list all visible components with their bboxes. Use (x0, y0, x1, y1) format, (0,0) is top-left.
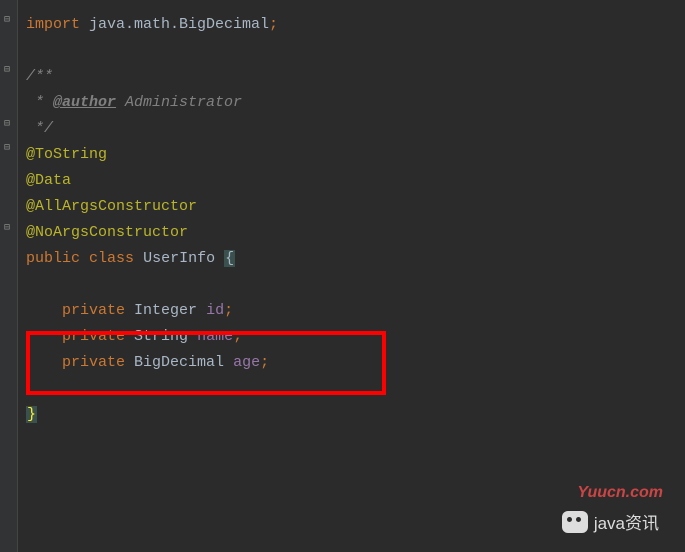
javadoc-tag: @author (53, 94, 116, 111)
brace-close: } (26, 406, 37, 423)
keyword-private: private (62, 328, 125, 345)
code-line: @Data (26, 168, 677, 194)
code-line: private BigDecimal age; (26, 350, 677, 376)
javadoc-close: */ (26, 120, 53, 137)
keyword-class: class (89, 250, 134, 267)
fold-icon[interactable]: ⊟ (4, 222, 10, 234)
annotation-tostring: @ToString (26, 146, 107, 163)
annotation-allargs: @AllArgsConstructor (26, 198, 197, 215)
code-line: private Integer id; (26, 298, 677, 324)
keyword-import: import (26, 16, 80, 33)
editor-gutter: ⊟ ⊟ ⊟ ⊟ ⊟ (0, 0, 18, 552)
blank-line (26, 376, 677, 402)
brace-open: { (224, 250, 235, 267)
keyword-public: public (26, 250, 80, 267)
code-line: import java.math.BigDecimal; (26, 12, 677, 38)
javadoc-star: * (26, 94, 53, 111)
annotation-noargs: @NoArgsConstructor (26, 224, 188, 241)
code-line: public class UserInfo { (26, 246, 677, 272)
fold-icon[interactable]: ⊟ (4, 14, 10, 26)
field-name: name (197, 328, 233, 345)
semicolon: ; (224, 302, 233, 319)
code-line: /** (26, 64, 677, 90)
fold-icon[interactable]: ⊟ (4, 142, 10, 154)
field-age: age (233, 354, 260, 371)
code-line: @AllArgsConstructor (26, 194, 677, 220)
semicolon: ; (260, 354, 269, 371)
annotation-data: @Data (26, 172, 71, 189)
code-line: private String name; (26, 324, 677, 350)
code-line: @NoArgsConstructor (26, 220, 677, 246)
keyword-private: private (62, 302, 125, 319)
code-line: * @author Administrator (26, 90, 677, 116)
code-content[interactable]: import java.math.BigDecimal; /** * @auth… (18, 0, 685, 552)
blank-line (26, 38, 677, 64)
semicolon: ; (233, 328, 242, 345)
watermark-site: Yuucn.com (577, 484, 663, 502)
watermark-channel-text: java资讯 (594, 509, 659, 534)
field-id: id (206, 302, 224, 319)
keyword-private: private (62, 354, 125, 371)
type-string: String (134, 328, 188, 345)
wechat-icon (562, 511, 588, 533)
type-bigdecimal: BigDecimal (134, 354, 224, 371)
javadoc-open: /** (26, 68, 53, 85)
semicolon: ; (269, 16, 278, 33)
type-integer: Integer (134, 302, 197, 319)
javadoc-author: Administrator (116, 94, 242, 111)
code-editor: ⊟ ⊟ ⊟ ⊟ ⊟ import java.math.BigDecimal; /… (0, 0, 685, 552)
blank-line (26, 272, 677, 298)
code-line: } (26, 402, 677, 428)
fold-icon[interactable]: ⊟ (4, 118, 10, 130)
package-path: java.math.BigDecimal (80, 16, 269, 33)
code-line: @ToString (26, 142, 677, 168)
fold-icon[interactable]: ⊟ (4, 64, 10, 76)
class-name: UserInfo (143, 250, 215, 267)
watermark-channel: java资讯 (562, 509, 659, 534)
code-line: */ (26, 116, 677, 142)
